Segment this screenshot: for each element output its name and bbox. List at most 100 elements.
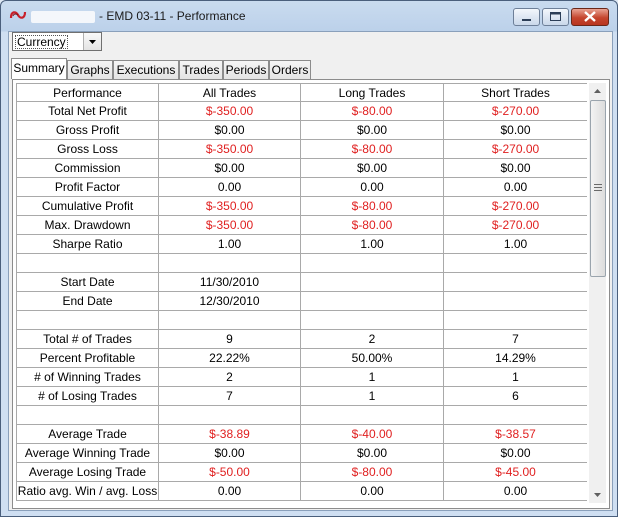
short-trades-cell: 1.00 <box>443 234 587 254</box>
table-row[interactable]: Gross Loss $-350.00 $-80.00 $-270.00 <box>16 139 587 159</box>
minimize-button[interactable] <box>513 8 540 26</box>
long-trades-cell: $0.00 <box>300 158 444 178</box>
table-row[interactable]: Gross Profit $0.00 $0.00 $0.00 <box>16 120 587 140</box>
table-row[interactable]: Sharpe Ratio 1.00 1.00 1.00 <box>16 234 587 254</box>
short-trades-cell <box>443 291 587 311</box>
long-trades-cell <box>300 272 444 292</box>
short-trades-cell: $-270.00 <box>443 215 587 235</box>
long-trades-cell: $0.00 <box>300 443 444 463</box>
performance-grid: Performance All Trades Long Trades Short… <box>16 83 587 501</box>
long-trades-cell: $-40.00 <box>300 424 444 444</box>
long-trades-cell: 1.00 <box>300 234 444 254</box>
short-trades-cell: 7 <box>443 329 587 349</box>
row-label: Total # of Trades <box>16 329 159 349</box>
table-row[interactable] <box>16 253 587 273</box>
row-label: Average Winning Trade <box>16 443 159 463</box>
all-trades-cell: 0.00 <box>158 177 301 197</box>
row-label: Gross Profit <box>16 120 159 140</box>
short-trades-cell: $0.00 <box>443 443 587 463</box>
short-trades-cell: $-270.00 <box>443 101 587 121</box>
short-trades-cell <box>443 405 587 425</box>
all-trades-cell: $-350.00 <box>158 215 301 235</box>
row-label: Average Trade <box>16 424 159 444</box>
row-label: Max. Drawdown <box>16 215 159 235</box>
table-row[interactable]: Average Winning Trade $0.00 $0.00 $0.00 <box>16 443 587 463</box>
row-label: # of Winning Trades <box>16 367 159 387</box>
table-row[interactable]: Cumulative Profit $-350.00 $-80.00 $-270.00 <box>16 196 587 216</box>
table-row[interactable]: Max. Drawdown $-350.00 $-80.00 $-270.00 <box>16 215 587 235</box>
chevron-down-icon[interactable] <box>83 33 101 50</box>
long-trades-cell <box>300 291 444 311</box>
row-label: Profit Factor <box>16 177 159 197</box>
long-trades-cell: 2 <box>300 329 444 349</box>
table-row[interactable]: Total Net Profit $-350.00 $-80.00 $-270.00 <box>16 101 587 121</box>
long-trades-cell: 1 <box>300 386 444 406</box>
column-header-performance[interactable]: Performance <box>16 83 159 102</box>
all-trades-cell: 9 <box>158 329 301 349</box>
scrollbar-thumb[interactable] <box>590 100 606 277</box>
tab-periods[interactable]: Periods <box>223 60 269 79</box>
client-area: Currency Summary Graphs Executions Trade… <box>8 31 613 511</box>
long-trades-cell: 0.00 <box>300 481 444 501</box>
maximize-button[interactable] <box>542 8 569 26</box>
currency-select[interactable]: Currency <box>12 32 102 51</box>
table-row[interactable]: # of Winning Trades 2 1 1 <box>16 367 587 387</box>
minimize-icon <box>522 19 531 21</box>
all-trades-cell: 22.22% <box>158 348 301 368</box>
table-header-row: Performance All Trades Long Trades Short… <box>16 83 587 102</box>
short-trades-cell: 0.00 <box>443 177 587 197</box>
column-header-short-trades[interactable]: Short Trades <box>443 83 587 102</box>
all-trades-cell: $-38.89 <box>158 424 301 444</box>
all-trades-cell: $-350.00 <box>158 139 301 159</box>
table-row[interactable]: Ratio avg. Win / avg. Loss 0.00 0.00 0.00 <box>16 481 587 501</box>
row-label <box>16 405 159 425</box>
currency-select-value: Currency <box>15 35 68 49</box>
long-trades-cell <box>300 253 444 273</box>
table-row[interactable]: Total # of Trades 9 2 7 <box>16 329 587 349</box>
all-trades-cell: $0.00 <box>158 443 301 463</box>
tab-executions[interactable]: Executions <box>113 60 179 79</box>
long-trades-cell: 50.00% <box>300 348 444 368</box>
tab-orders[interactable]: Orders <box>269 60 311 79</box>
scroll-down-arrow-icon[interactable] <box>589 486 606 503</box>
column-header-long-trades[interactable]: Long Trades <box>300 83 444 102</box>
long-trades-cell: 0.00 <box>300 177 444 197</box>
scroll-up-arrow-icon[interactable] <box>589 83 606 100</box>
table-row[interactable] <box>16 310 587 330</box>
table-row[interactable] <box>16 405 587 425</box>
vertical-scrollbar[interactable] <box>589 83 606 503</box>
table-row[interactable]: Start Date 11/30/2010 <box>16 272 587 292</box>
short-trades-cell: 6 <box>443 386 587 406</box>
table-row[interactable]: Percent Profitable 22.22% 50.00% 14.29% <box>16 348 587 368</box>
short-trades-cell: $0.00 <box>443 158 587 178</box>
all-trades-cell <box>158 310 301 330</box>
all-trades-cell: 7 <box>158 386 301 406</box>
row-label: Start Date <box>16 272 159 292</box>
all-trades-cell: 11/30/2010 <box>158 272 301 292</box>
tab-trades[interactable]: Trades <box>179 60 223 79</box>
performance-table: Performance All Trades Long Trades Short… <box>16 83 587 501</box>
table-row[interactable]: Average Trade $-38.89 $-40.00 $-38.57 <box>16 424 587 444</box>
short-trades-cell: $-270.00 <box>443 139 587 159</box>
close-button[interactable] <box>571 8 609 26</box>
title-bar[interactable]: - EMD 03-11 - Performance <box>1 1 617 31</box>
long-trades-cell: $0.00 <box>300 120 444 140</box>
table-row[interactable]: Average Losing Trade $-50.00 $-80.00 $-45.0… <box>16 462 587 482</box>
table-row[interactable]: # of Losing Trades 7 1 6 <box>16 386 587 406</box>
table-row[interactable]: Profit Factor 0.00 0.00 0.00 <box>16 177 587 197</box>
table-row[interactable]: End Date 12/30/2010 <box>16 291 587 311</box>
short-trades-cell: $-270.00 <box>443 196 587 216</box>
short-trades-cell: 14.29% <box>443 348 587 368</box>
all-trades-cell: $-350.00 <box>158 101 301 121</box>
table-row[interactable]: Commission $0.00 $0.00 $0.00 <box>16 158 587 178</box>
tab-graphs[interactable]: Graphs <box>67 60 113 79</box>
app-logo-icon <box>9 11 27 19</box>
short-trades-cell: $-45.00 <box>443 462 587 482</box>
row-label: Total Net Profit <box>16 101 159 121</box>
row-label <box>16 310 159 330</box>
all-trades-cell: $-50.00 <box>158 462 301 482</box>
short-trades-cell: $0.00 <box>443 120 587 140</box>
tab-summary[interactable]: Summary <box>11 58 67 79</box>
column-header-all-trades[interactable]: All Trades <box>158 83 301 102</box>
all-trades-cell <box>158 253 301 273</box>
